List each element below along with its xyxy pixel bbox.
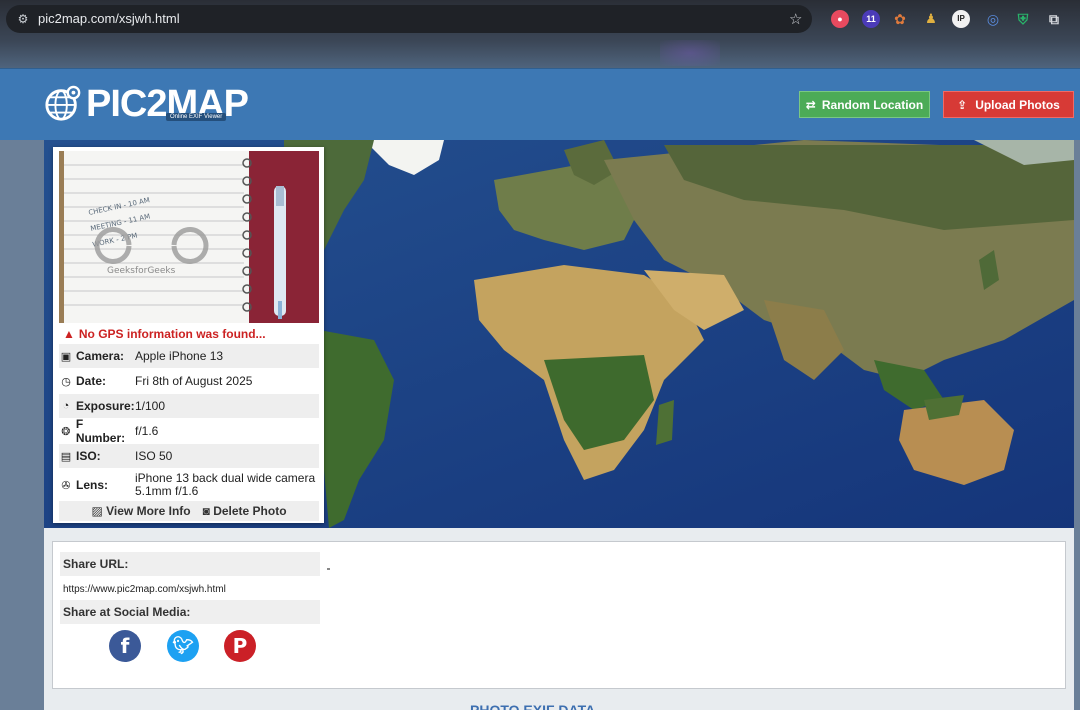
site-logo[interactable]: PIC2MAP Online EXIF Viewer (44, 83, 249, 127)
camera-label: Camera: (76, 349, 125, 363)
cookie-icon[interactable]: ✿ (891, 10, 909, 28)
no-gps-warning: ▲ No GPS information was found... (63, 327, 266, 341)
image-icon: ▨ (91, 504, 103, 518)
puzzle-color-icon[interactable]: ♟ (922, 10, 940, 28)
share-panel: Share URL: https://www.pic2map.com/xsjwh… (52, 541, 1066, 689)
photo-watermark: GeeksforGeeks (107, 266, 176, 276)
date-label: Date: (76, 374, 107, 388)
pinterest-icon[interactable]: P (224, 630, 256, 662)
aperture-icon: ❂ (61, 425, 71, 438)
url-text[interactable]: pic2map.com/xsjwh.html (38, 11, 180, 26)
page-margin-right (1074, 140, 1080, 710)
delete-photo-link[interactable]: ◙ Delete Photo (203, 504, 287, 518)
view-more-info-link[interactable]: ▨ View More Info (91, 504, 190, 518)
upload-photos-button[interactable]: ⇪ Upload Photos (943, 91, 1074, 118)
share-url-marker (327, 568, 330, 570)
delete-photo-label: Delete Photo (213, 504, 287, 518)
fnumber-label: F Number: (75, 417, 126, 445)
notebook-photo-image: CHECK IN - 10 AM MEETING - 11 AM WORK - … (59, 151, 319, 323)
exposure-value: 1/100 (135, 399, 166, 413)
toolbar-decoration (660, 40, 720, 66)
timer-icon: ◔ (62, 400, 70, 412)
exposure-row: ◔ Exposure: 1/100 (59, 394, 319, 418)
badge-extension-icon[interactable]: 11 (862, 10, 880, 28)
date-value: Fri 8th of August 2025 (135, 374, 253, 388)
fnumber-value: f/1.6 (135, 424, 159, 438)
globe-pin-icon (45, 85, 81, 121)
fnumber-row: ❂ F Number: f/1.6 (59, 417, 319, 445)
extensions-icon[interactable]: ⧉ (1045, 10, 1063, 28)
random-location-label: Random Location (821, 97, 924, 112)
random-location-button[interactable]: ⇄ Random Location (799, 91, 930, 118)
social-media-heading: Share at Social Media: (60, 600, 320, 624)
lens-value: iPhone 13 back dual wide camera 5.1mm f/… (135, 471, 316, 498)
iso-row: ▤ ISO: ISO 50 (59, 444, 319, 468)
upload-icon: ⇪ (957, 97, 968, 112)
page-margin-left (0, 140, 44, 710)
no-gps-message: No GPS information was found... (78, 327, 266, 341)
facebook-icon[interactable]: f (109, 630, 141, 662)
browser-toolbar: ⚙ pic2map.com/xsjwh.html ☆ ● 11 ✿ ♟ IP ◎… (0, 0, 1080, 68)
twitter-icon[interactable]: 🐦︎ (167, 630, 199, 662)
view-more-info-label: View More Info (106, 504, 191, 518)
clock-icon: ◷ (61, 375, 71, 388)
warning-icon: ▲ (63, 327, 75, 341)
share-url-heading: Share URL: (60, 552, 320, 576)
delete-camera-icon: ◙ (202, 504, 210, 518)
site-info-icon[interactable]: ⚙ (16, 12, 30, 26)
bookmark-star-icon[interactable]: ☆ (789, 10, 802, 28)
share-url-link[interactable]: https://www.pic2map.com/xsjwh.html (63, 584, 226, 595)
camera-row: ▣ Camera: Apple iPhone 13 (59, 344, 319, 368)
iso-value: ISO 50 (135, 449, 173, 463)
record-icon[interactable]: ● (831, 10, 849, 28)
exif-data-heading: PHOTO EXIF DATA (470, 702, 596, 710)
ip-icon[interactable]: IP (952, 10, 970, 28)
address-bar[interactable]: ⚙ pic2map.com/xsjwh.html ☆ (6, 5, 812, 33)
lens-icon: ✇ (61, 479, 71, 492)
exposure-label: Exposure: (76, 399, 135, 413)
date-row: ◷ Date: Fri 8th of August 2025 (59, 369, 319, 393)
lens-row: ✇ Lens: iPhone 13 back dual wide camera 5… (59, 470, 319, 500)
shield-icon[interactable]: ⛨ (1014, 10, 1032, 28)
iso-label: ISO: (76, 449, 101, 463)
lens-label: Lens: (76, 478, 109, 492)
iso-icon: ▤ (60, 450, 72, 463)
shuffle-icon: ⇄ (805, 97, 816, 112)
logo-subtext: Online EXIF Viewer (166, 113, 227, 121)
uploaded-photo-thumbnail[interactable]: CHECK IN - 10 AM MEETING - 11 AM WORK - … (59, 151, 319, 323)
card-actions: ▨ View More Info ◙ Delete Photo (59, 501, 319, 521)
camera-value: Apple iPhone 13 (135, 349, 224, 363)
camera-icon: ▣ (60, 350, 72, 363)
edge-copilot-icon[interactable]: ◎ (984, 10, 1002, 28)
upload-photos-label: Upload Photos (975, 97, 1060, 112)
photo-info-card: CHECK IN - 10 AM MEETING - 11 AM WORK - … (53, 147, 324, 523)
